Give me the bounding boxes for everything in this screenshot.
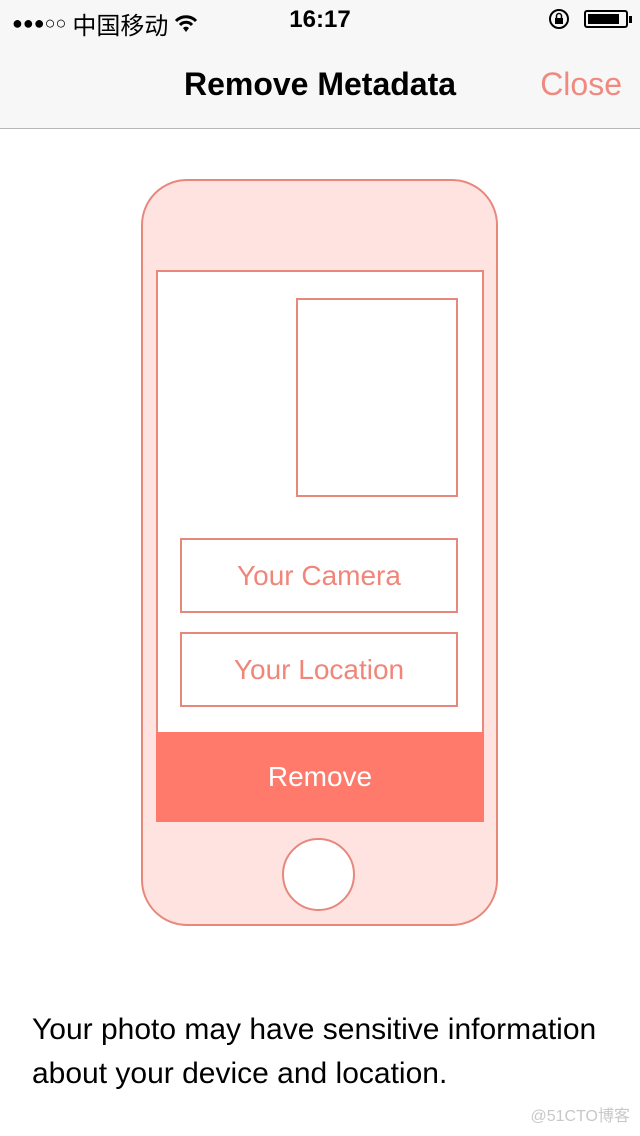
close-button[interactable]: Close <box>540 66 622 103</box>
camera-field: Your Camera <box>180 538 458 613</box>
battery-icon <box>584 10 632 28</box>
navigation-bar: Remove Metadata Close <box>0 40 640 129</box>
watermark: @51CTO博客 <box>530 1108 630 1125</box>
rotation-lock-icon <box>549 9 569 29</box>
description-text: Your photo may have sensitive informatio… <box>32 1013 597 1090</box>
status-bar: ●●●○○ 中国移动 16:17 <box>0 0 640 40</box>
location-field: Your Location <box>180 632 458 707</box>
clock: 16:17 <box>289 6 351 33</box>
home-button-illustration <box>282 838 355 911</box>
remove-button[interactable]: Remove <box>156 732 484 822</box>
remove-label: Remove <box>267 761 373 792</box>
location-label: Your Location <box>233 653 405 685</box>
camera-label: Your Camera <box>237 559 401 591</box>
photo-placeholder <box>296 298 458 497</box>
